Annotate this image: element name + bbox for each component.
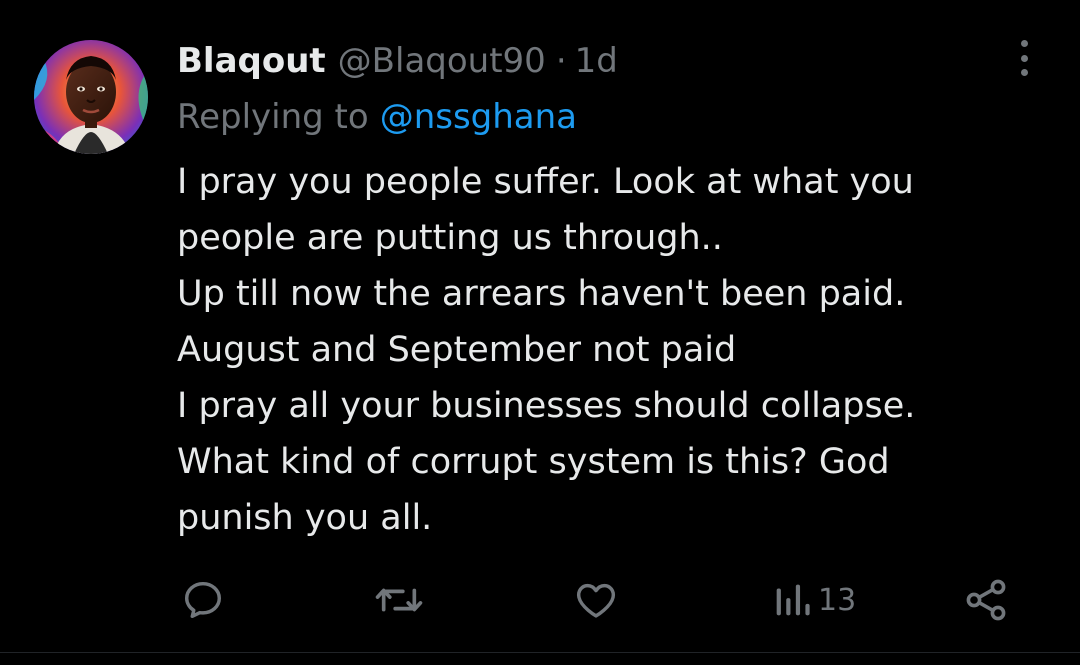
avatar[interactable] xyxy=(34,40,148,154)
reply-context: Replying to @nssghana xyxy=(177,94,577,140)
reply-prefix: Replying to xyxy=(177,97,369,137)
action-bar: 13 xyxy=(0,572,1080,632)
views-button[interactable]: 13 xyxy=(772,572,856,628)
tweet-text-line: I pray all your businesses should collap… xyxy=(177,386,916,426)
retweet-icon xyxy=(375,588,423,612)
heart-icon xyxy=(576,583,616,618)
reply-icon xyxy=(184,581,222,619)
more-vertical-icon[interactable] xyxy=(1006,38,1042,78)
tweet-text-line: What kind of corrupt system is this? God xyxy=(177,442,890,482)
divider xyxy=(0,652,1080,653)
retweet-button[interactable] xyxy=(374,572,424,628)
share-button[interactable] xyxy=(962,572,1010,628)
user-handle[interactable]: @Blaqout90 xyxy=(338,41,546,81)
more-dot xyxy=(1020,40,1028,47)
timestamp[interactable]: 1d xyxy=(575,41,618,81)
tweet-text-line: Up till now the arrears haven't been pai… xyxy=(177,274,906,314)
reply-mention-link[interactable]: @nssghana xyxy=(380,97,577,137)
views-icon xyxy=(776,584,810,616)
tweet: Blaqout @Blaqout90 · 1d Replying to @nss… xyxy=(0,0,1080,665)
more-dot xyxy=(1020,69,1028,76)
separator-dot: · xyxy=(555,41,567,81)
tweet-text: I pray you people suffer. Look at what y… xyxy=(177,154,1047,546)
like-button[interactable] xyxy=(573,572,619,628)
display-name[interactable]: Blaqout xyxy=(177,41,326,81)
avatar-image xyxy=(34,40,148,154)
tweet-text-line: August and September not paid xyxy=(177,330,737,370)
tweet-header: Blaqout @Blaqout90 · 1d xyxy=(177,36,618,86)
share-icon xyxy=(966,579,1006,621)
tweet-text-line: people are putting us through.. xyxy=(177,218,723,258)
more-dot xyxy=(1020,54,1028,62)
tweet-text-line: punish you all. xyxy=(177,498,433,538)
reply-button[interactable] xyxy=(180,572,226,628)
views-count: 13 xyxy=(818,582,857,618)
tweet-text-line: I pray you people suffer. Look at what y… xyxy=(177,162,914,202)
